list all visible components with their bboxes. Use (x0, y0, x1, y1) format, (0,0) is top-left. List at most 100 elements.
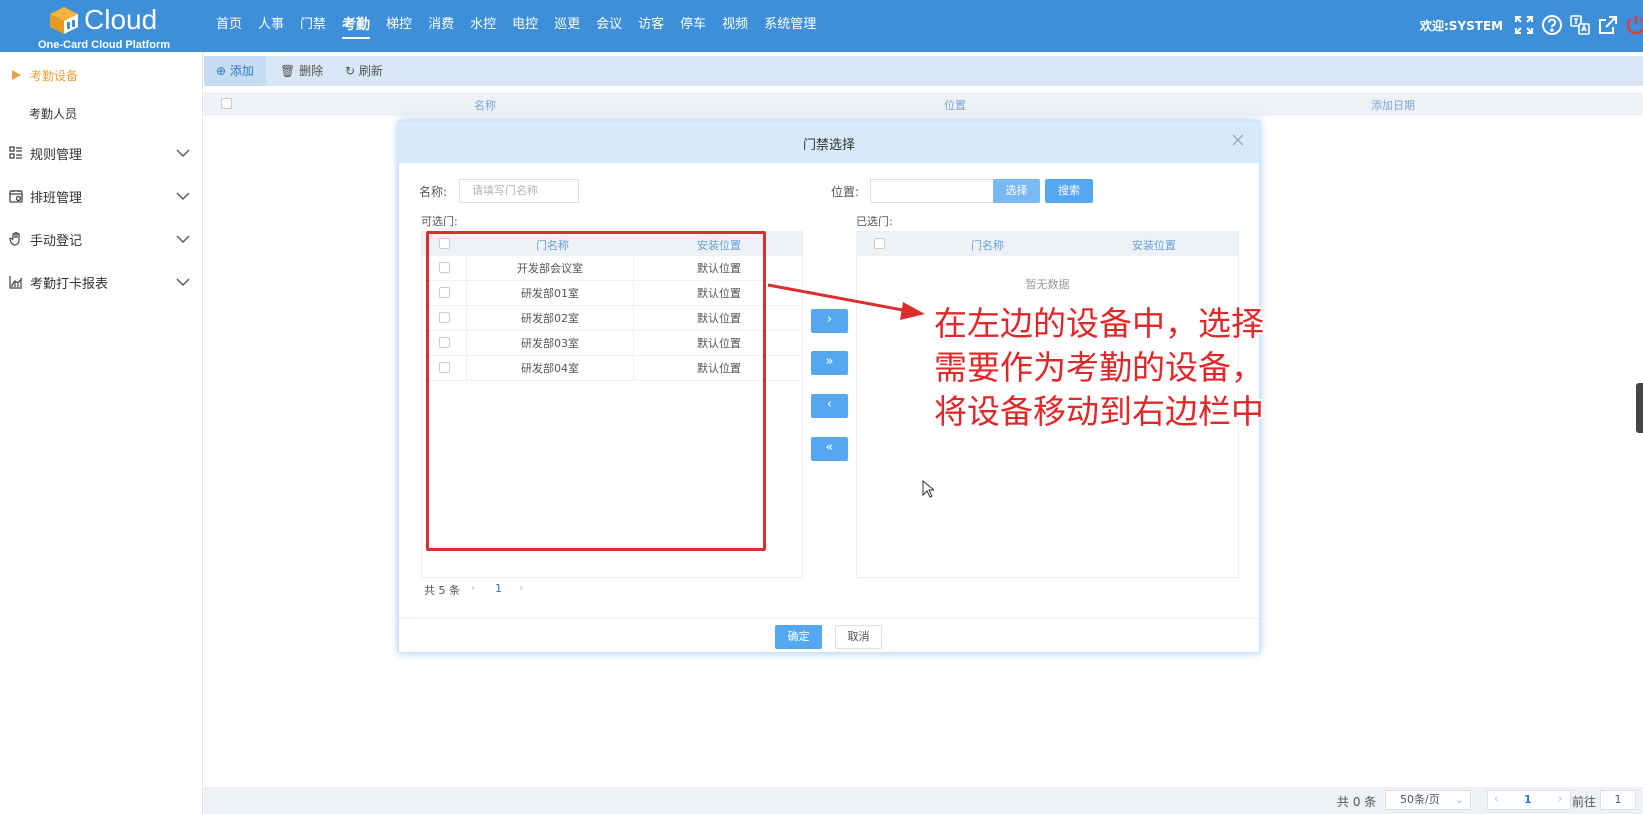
chevron-down-icon (176, 235, 190, 243)
annotation-line: 在左边的设备中，选择 (934, 304, 1264, 343)
main-nav: 首页 人事 门禁 考勤 梯控 消费 水控 电控 巡更 会议 访客 停车 视频 系… (208, 0, 824, 52)
sidebar-item-label: 考勤人员 (29, 106, 78, 121)
nav-hr[interactable]: 人事 (250, 0, 292, 52)
modal-page-number[interactable]: 1 (495, 582, 502, 595)
sidebar-item-label: 考勤打卡报表 (30, 276, 109, 292)
highlight-box (426, 231, 766, 551)
sidebar-item-label: 手动登记 (30, 233, 83, 249)
add-button[interactable]: ⊕ 添加 (204, 56, 266, 86)
sidebar-item-label: 规则管理 (30, 147, 83, 163)
mouse-cursor-icon (922, 480, 934, 498)
search-button[interactable]: 搜索 (1045, 179, 1093, 203)
name-label: 名称: (419, 185, 448, 199)
dialog-footer-divider (399, 618, 1259, 619)
delete-button[interactable]: 🗑︎ 删除 (268, 56, 335, 86)
annotation-line: 将设备移动到右边栏中 (934, 392, 1264, 431)
dialog-header: 门禁选择 (399, 121, 1259, 163)
refresh-button[interactable]: ↻ 刷新 (333, 56, 395, 86)
available-doors-label: 可选门: (421, 215, 458, 228)
sidebar-item-rules[interactable]: 规则管理 (0, 133, 203, 173)
logo[interactable]: Cloud One-Card Cloud Platform (14, 2, 174, 51)
nav-consume[interactable]: 消费 (420, 0, 462, 52)
next-page-button[interactable]: › (1558, 792, 1562, 805)
nav-access[interactable]: 门禁 (292, 0, 334, 52)
nav-video[interactable]: 视频 (714, 0, 756, 52)
name-input[interactable]: 请填写门名称 (459, 179, 579, 203)
chevron-down-icon: ⌄ (1454, 793, 1464, 806)
move-all-left-button[interactable]: « (811, 437, 848, 461)
power-icon[interactable] (1624, 12, 1643, 38)
move-left-button[interactable]: ‹ (811, 394, 848, 418)
sidebar-item-manual-register[interactable]: 手动登记 (0, 219, 203, 259)
modal-next-page-button[interactable]: › (519, 581, 523, 594)
move-all-right-button[interactable]: » (811, 351, 848, 375)
trash-icon: 🗑︎ (280, 64, 296, 78)
pager: ‹ 1 › (1487, 790, 1571, 810)
fullscreen-icon[interactable] (1512, 12, 1536, 38)
calendar-icon (9, 189, 23, 203)
translate-icon[interactable] (1568, 12, 1592, 38)
sidebar: 考勤设备 考勤人员 规则管理 排班管理 手动登记 考勤打卡报表 (0, 52, 203, 814)
top-bar: Cloud One-Card Cloud Platform 首页 人事 门禁 考… (0, 0, 1643, 52)
sidebar-item-label: 考勤设备 (30, 68, 79, 83)
nav-home[interactable]: 首页 (208, 0, 250, 52)
external-link-icon[interactable] (1596, 12, 1620, 38)
sidebar-item-label: 排班管理 (30, 190, 83, 206)
sidebar-item-report[interactable]: 考勤打卡报表 (0, 262, 203, 302)
empty-state-text: 暂无数据 (1025, 278, 1070, 291)
column-add-date: 添加日期 (1371, 99, 1415, 112)
move-right-button[interactable]: › (811, 309, 848, 333)
location-select-button[interactable]: 选择 (993, 179, 1040, 203)
nav-meeting[interactable]: 会议 (588, 0, 630, 52)
page-number[interactable]: 1 (1524, 793, 1532, 806)
sidebar-item-attendance-staff[interactable]: 考勤人员 (0, 93, 203, 133)
annotation-line: 需要作为考勤的设备， (934, 348, 1264, 387)
close-icon[interactable] (1231, 133, 1245, 147)
cancel-button[interactable]: 取消 (835, 625, 882, 649)
modal-prev-page-button[interactable]: ‹ (471, 581, 475, 594)
cube-logo-icon (50, 7, 78, 34)
pagination-bar: 共 0 条 50条/页 ⌄ ‹ 1 › 前往 1 (204, 787, 1643, 814)
annotation-text: 在左边的设备中，选择 需要作为考勤的设备， 将设备移动到右边栏中 (934, 302, 1264, 434)
chevron-down-icon (176, 278, 190, 286)
nav-attendance[interactable]: 考勤 (334, 0, 378, 52)
nav-visitor[interactable]: 访客 (630, 0, 672, 52)
chevron-down-icon (176, 149, 190, 157)
column-location: 位置 (944, 99, 966, 112)
hand-icon (9, 232, 23, 246)
location-input[interactable] (870, 179, 994, 203)
chart-icon (9, 275, 23, 289)
column-name: 名称 (474, 99, 496, 112)
nav-elevator[interactable]: 梯控 (378, 0, 420, 52)
nav-electric[interactable]: 电控 (504, 0, 546, 52)
selected-doors-label: 已选门: (856, 215, 893, 228)
confirm-button[interactable]: 确定 (775, 625, 822, 649)
sidebar-item-attendance-device[interactable]: 考勤设备 (0, 55, 203, 95)
total-count: 共 0 条 (1337, 795, 1377, 809)
available-total: 共 5 条 (424, 584, 460, 597)
logo-subtitle: One-Card Cloud Platform (38, 39, 171, 51)
selected-select-all-checkbox[interactable] (874, 238, 885, 249)
welcome-text: 欢迎:SYSTEM (1420, 19, 1504, 33)
dialog-title: 门禁选择 (802, 138, 855, 153)
column-install-location: 安装位置 (1132, 239, 1176, 252)
top-icons (1512, 12, 1643, 38)
main-table-header: 名称 位置 添加日期 (204, 92, 1643, 116)
toolbar: ⊕ 添加 🗑︎ 删除 ↻ 刷新 (204, 56, 1643, 86)
nav-water[interactable]: 水控 (462, 0, 504, 52)
column-door-name: 门名称 (971, 239, 1004, 252)
nav-parking[interactable]: 停车 (672, 0, 714, 52)
location-label: 位置: (831, 185, 860, 199)
selected-table-header: 门名称 安装位置 (857, 232, 1238, 256)
prev-page-button[interactable]: ‹ (1494, 792, 1498, 805)
logo-text: Cloud (84, 4, 158, 35)
nav-system[interactable]: 系统管理 (756, 0, 824, 52)
side-drawer-handle[interactable] (1636, 383, 1643, 433)
refresh-icon: ↻ (345, 64, 356, 78)
nav-patrol[interactable]: 巡更 (546, 0, 588, 52)
goto-page-input[interactable]: 1 (1600, 790, 1636, 810)
sidebar-item-schedule[interactable]: 排班管理 (0, 176, 203, 216)
page-size-select[interactable]: 50条/页 ⌄ (1385, 790, 1471, 810)
select-all-checkbox[interactable] (221, 98, 232, 109)
help-icon[interactable] (1540, 12, 1564, 38)
